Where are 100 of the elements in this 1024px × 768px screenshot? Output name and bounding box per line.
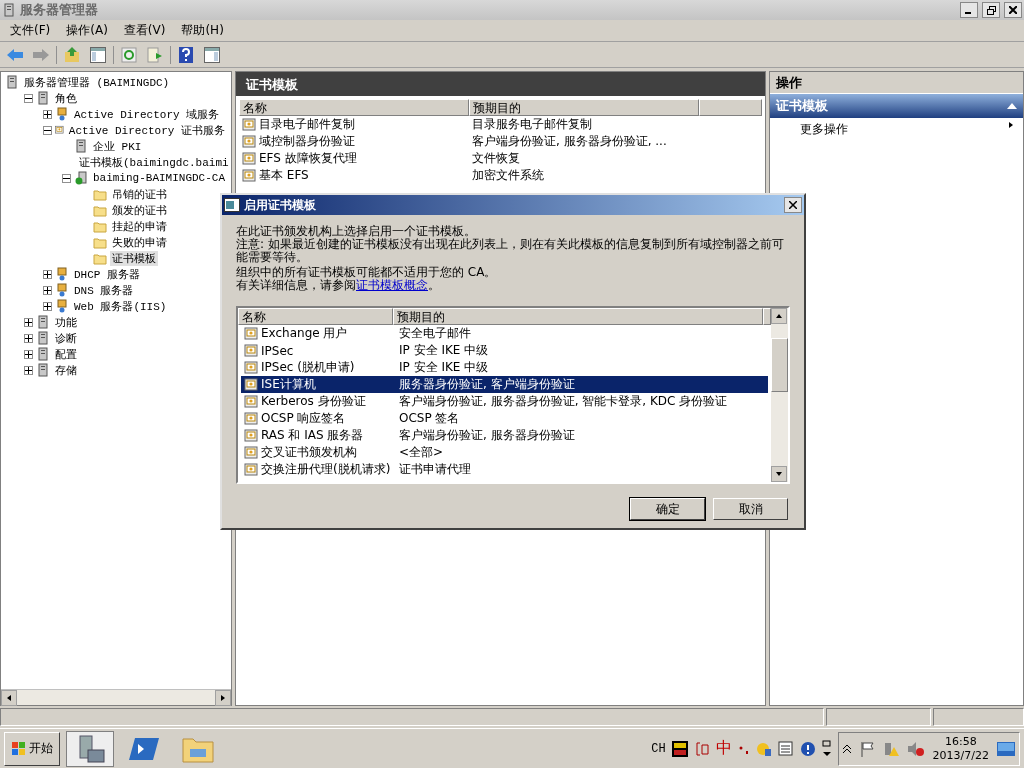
list-row[interactable]: Kerberos 身份验证 客户端身份验证, 服务器身份验证, 智能卡登录, KDC 身份验证 <box>241 393 768 410</box>
list-row[interactable]: Exchange 用户 安全电子邮件 <box>241 325 768 342</box>
column-header[interactable]: 预期目的 <box>393 308 763 325</box>
menu-item[interactable]: 查看(V) <box>117 20 172 41</box>
close-button[interactable] <box>784 197 802 213</box>
scroll-up-button[interactable] <box>771 308 787 324</box>
column-header[interactable]: 名称 <box>239 99 469 116</box>
restore-button[interactable] <box>982 2 1000 18</box>
tree-item[interactable]: Active Directory 证书服务 <box>66 122 227 138</box>
flag-icon[interactable] <box>858 740 875 757</box>
action-item[interactable]: 更多操作 <box>770 118 1023 140</box>
tree-item[interactable]: Web 服务器(IIS) <box>72 298 169 314</box>
tree-item[interactable]: 吊销的证书 <box>110 186 169 202</box>
ime-mode-icon[interactable] <box>693 740 710 757</box>
tree-item[interactable]: 诊断 <box>53 330 79 346</box>
menu-item[interactable]: 帮助(H) <box>175 20 230 41</box>
tree-item[interactable]: baiming-BAIMINGDC-CA <box>90 172 227 184</box>
taskbar-app-button[interactable] <box>66 730 114 767</box>
certificate-icon <box>244 326 258 341</box>
template-name[interactable]: 目录电子邮件复制 <box>239 116 469 133</box>
ok-button[interactable]: 确定 <box>630 498 705 520</box>
column-header <box>699 99 762 116</box>
server-icon <box>36 331 50 345</box>
right-arrow-icon <box>219 694 227 702</box>
section-header[interactable]: 证书模板 <box>770 94 1023 118</box>
help-link[interactable]: 证书模板概念 <box>356 278 428 292</box>
tree-item[interactable]: DHCP 服务器 <box>72 266 142 282</box>
server-icon <box>36 91 50 105</box>
certificate-icon <box>242 117 256 132</box>
horizontal-scrollbar[interactable] <box>1 689 231 705</box>
tree-item[interactable]: 配置 <box>53 346 79 362</box>
template-name[interactable]: EFS 故障恢复代理 <box>239 150 469 167</box>
column-header[interactable]: 预期目的 <box>469 99 699 116</box>
vertical-scrollbar[interactable] <box>771 308 788 482</box>
list-row[interactable]: OCSP 响应签名 OCSP 签名 <box>241 410 768 427</box>
scroll-down-button[interactable] <box>771 466 787 482</box>
expand-toggle[interactable] <box>43 301 52 311</box>
show-desktop-icon[interactable] <box>997 741 1015 756</box>
input-mode-indicator[interactable]: 中 <box>715 738 732 759</box>
server-icon <box>2 3 16 17</box>
expand-toggle[interactable] <box>24 317 33 327</box>
speaker-muted-icon[interactable] <box>906 740 925 757</box>
expand-toggle[interactable] <box>62 173 71 183</box>
menu-item[interactable]: 操作(A) <box>60 20 114 41</box>
certificate-icon <box>55 123 64 137</box>
scroll-left-button[interactable] <box>1 690 17 706</box>
column-header[interactable]: 名称 <box>238 308 393 325</box>
list-row[interactable]: IPSec IP 安全 IKE 中级 <box>241 342 768 359</box>
start-button[interactable]: 开始 <box>4 731 60 766</box>
plus-icon <box>25 318 32 326</box>
ime-logo-icon[interactable] <box>671 740 688 757</box>
expand-toggle[interactable] <box>43 125 52 135</box>
tree-item[interactable]: 证书模板 <box>110 250 158 266</box>
expand-toggle[interactable] <box>43 109 52 119</box>
tree-item[interactable]: DNS 服务器 <box>72 282 136 298</box>
clock[interactable]: 16:58 2013/7/22 <box>932 734 989 763</box>
tree-item[interactable]: 证书模板(baimingdc.baimi <box>77 154 231 170</box>
tree-item[interactable]: 功能 <box>53 314 79 330</box>
scroll-right-button[interactable] <box>215 690 231 706</box>
tree-item[interactable]: 颁发的证书 <box>110 202 169 218</box>
clock-date: 2013/7/22 <box>932 748 989 763</box>
expand-toggle[interactable] <box>43 269 52 279</box>
language-indicator[interactable]: CH <box>651 741 666 756</box>
soft-keyboard-icon[interactable] <box>777 740 794 757</box>
scrollbar-thumb[interactable] <box>771 338 788 392</box>
minimize-button[interactable] <box>960 2 978 18</box>
tree-item[interactable]: 挂起的申请 <box>110 218 169 234</box>
expand-toggle[interactable] <box>24 365 33 375</box>
table-cell-text: 服务器身份验证, 客户端身份验证 <box>398 376 576 393</box>
tree-item[interactable]: Active Directory 域服务 <box>72 106 222 122</box>
options-icon[interactable] <box>821 739 832 758</box>
menu-item[interactable]: 文件(F) <box>4 20 57 41</box>
expand-toggle[interactable] <box>43 285 52 295</box>
ime-tools-icon[interactable] <box>755 740 772 757</box>
close-button[interactable] <box>1004 2 1022 18</box>
list-row[interactable]: 交换注册代理(脱机请求) 证书申请代理 <box>241 461 768 478</box>
certificate-icon <box>244 377 258 392</box>
template-name[interactable]: 基本 EFS <box>239 167 469 184</box>
tree-item[interactable]: 角色 <box>53 90 79 106</box>
certificate-icon <box>244 445 258 460</box>
list-row[interactable]: RAS 和 IAS 服务器 客户端身份验证, 服务器身份验证 <box>241 427 768 444</box>
terminal-icon <box>129 735 159 762</box>
table-cell-text: OCSP 签名 <box>398 410 461 427</box>
list-row[interactable]: ISE计算机 服务器身份验证, 客户端身份验证 <box>241 376 768 393</box>
dialog-title: 启用证书模板 <box>244 196 317 214</box>
expand-toggle[interactable] <box>24 93 33 103</box>
tree-item[interactable]: 存储 <box>53 362 79 378</box>
folder-icon <box>93 235 107 249</box>
show-hidden-icons-icon[interactable] <box>842 743 851 754</box>
template-name[interactable]: 域控制器身份验证 <box>239 133 469 150</box>
tree-item[interactable]: 失败的申请 <box>110 234 169 250</box>
table-cell-text: <全部> <box>398 444 445 461</box>
list-row[interactable]: IPSec (脱机申请) IP 安全 IKE 中级 <box>241 359 768 376</box>
tree-item[interactable]: 企业 PKI <box>91 138 144 154</box>
cancel-button[interactable]: 取消 <box>713 498 788 520</box>
expand-toggle[interactable] <box>24 349 33 359</box>
expand-toggle[interactable] <box>24 333 33 343</box>
list-row[interactable]: 交叉证书颁发机构 <全部> <box>241 444 768 461</box>
tree-item[interactable]: 服务器管理器 (BAIMINGDC) <box>22 74 172 90</box>
help-icon[interactable] <box>799 740 816 757</box>
